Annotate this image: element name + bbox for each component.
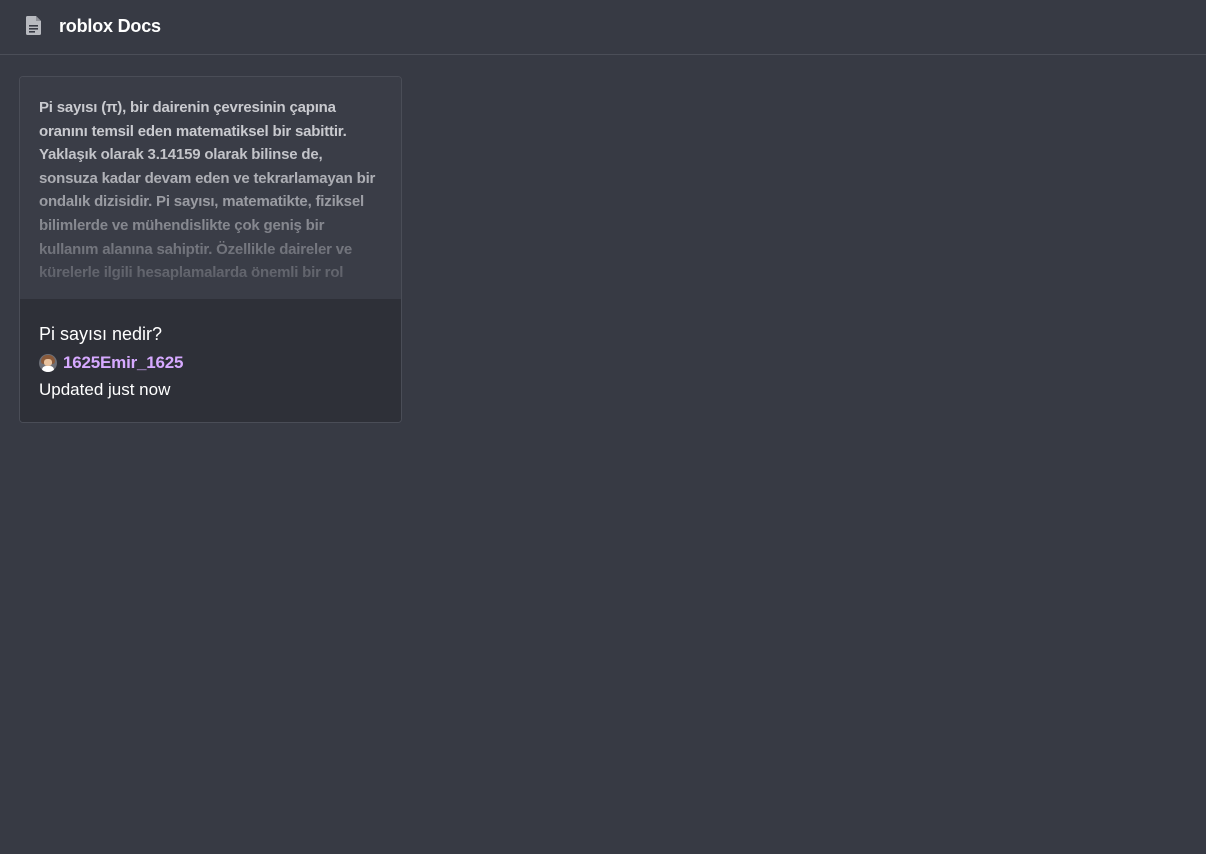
document-card[interactable]: Pi sayısı (π), bir dairenin çevresinin ç…: [19, 76, 402, 423]
author-name[interactable]: 1625Emir_1625: [63, 351, 183, 375]
author-avatar: [39, 354, 57, 372]
document-info: Pi sayısı nedir? 1625Emir_1625 Updated j…: [20, 299, 401, 422]
updated-timestamp: Updated just now: [39, 380, 171, 399]
author-row: 1625Emir_1625: [39, 351, 183, 375]
document-preview-text: Pi sayısı (π), bir dairenin çevresinin ç…: [39, 99, 376, 282]
document-preview[interactable]: Pi sayısı (π), bir dairenin çevresinin ç…: [20, 77, 401, 299]
app-title: roblox Docs: [59, 16, 161, 36]
document-title[interactable]: Pi sayısı nedir?: [39, 322, 162, 346]
top-bar: roblox Docs: [0, 0, 1206, 55]
document-icon: [26, 16, 41, 35]
